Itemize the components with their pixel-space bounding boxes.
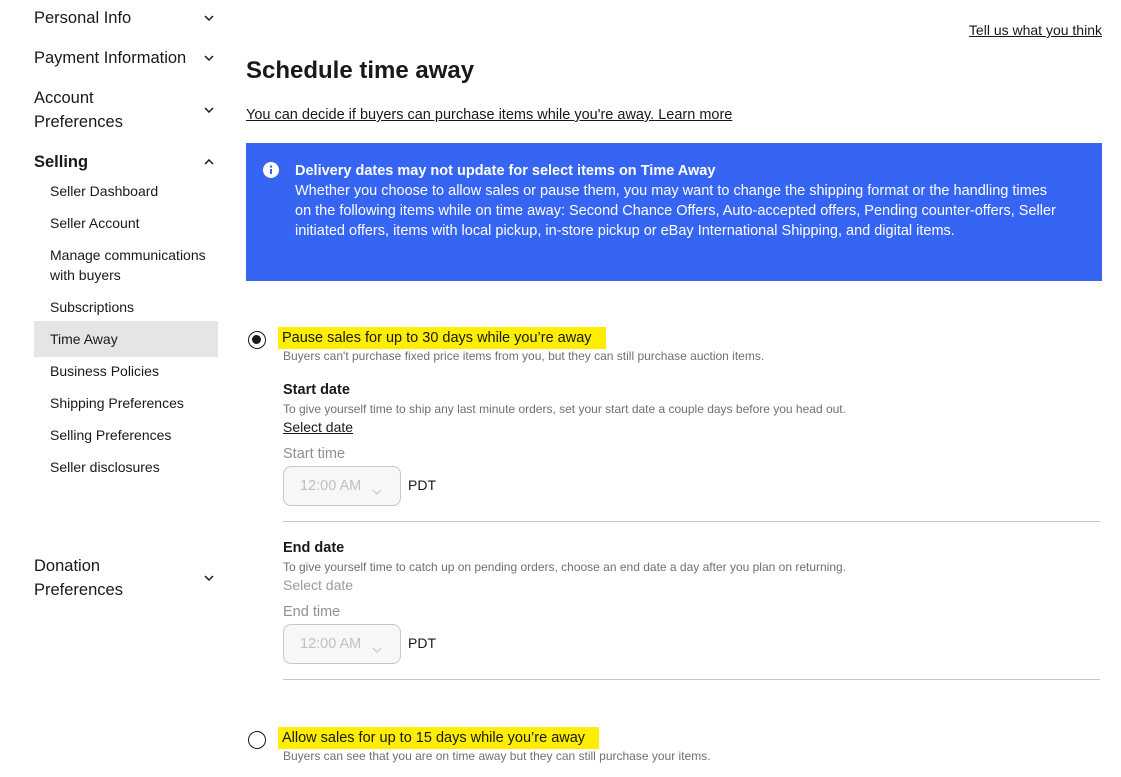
start-timezone: PDT	[408, 477, 436, 493]
banner-title: Delivery dates may not update for select…	[295, 163, 716, 179]
chevron-down-icon	[204, 105, 214, 115]
chevron-down-icon	[372, 641, 382, 653]
divider	[283, 521, 1100, 522]
start-date-label: Start date	[283, 382, 350, 398]
end-date-label: End date	[283, 540, 345, 556]
feedback-link[interactable]: Tell us what you think	[969, 22, 1102, 38]
sidebar-item-account-preferences[interactable]: Account Preferences	[34, 86, 218, 134]
divider	[283, 679, 1100, 680]
page-title: Schedule time away	[246, 57, 475, 84]
sidebar-item-subscriptions[interactable]: Subscriptions	[34, 289, 218, 325]
sidebar-item-donation-preferences[interactable]: Donation Preferences	[34, 554, 218, 602]
allow-sales-description: Buyers can see that you are on time away…	[283, 749, 711, 763]
sidebar-item-label: Selling	[34, 153, 89, 171]
allow-sales-title: Allow sales for up to 15 days while you’…	[278, 727, 600, 749]
pause-sales-title: Pause sales for up to 30 days while you’…	[278, 327, 606, 349]
sidebar-item-label: Payment Information	[34, 49, 187, 67]
sidebar-item-manage-communications[interactable]: Manage communications with buyers	[34, 237, 218, 293]
sidebar-item-label: Donation Preferences	[34, 557, 123, 599]
chevron-down-icon	[372, 483, 382, 495]
sidebar-item-payment-information[interactable]: Payment Information	[34, 46, 218, 70]
info-icon	[263, 162, 279, 178]
end-date-help: To give yourself time to catch up on pen…	[283, 560, 847, 574]
chevron-down-icon	[204, 53, 214, 63]
sidebar-item-shipping-preferences[interactable]: Shipping Preferences	[34, 385, 218, 421]
chevron-down-icon	[204, 573, 214, 583]
info-banner: Delivery dates may not update for select…	[246, 143, 1102, 281]
banner-text: Whether you choose to allow sales or pau…	[295, 183, 1056, 239]
sidebar-item-label: Personal Info	[34, 9, 132, 27]
sidebar-item-seller-disclosures[interactable]: Seller disclosures	[34, 449, 218, 485]
start-time-label: Start time	[283, 446, 346, 462]
end-select-date-link[interactable]: Select date	[283, 577, 353, 593]
start-date-help: To give yourself time to ship any last m…	[283, 402, 846, 416]
start-time-select[interactable]: 12:00 AM	[283, 466, 401, 506]
sidebar-item-personal-info[interactable]: Personal Info	[34, 6, 218, 30]
pause-sales-radio[interactable]	[248, 331, 266, 349]
learn-more-link[interactable]: You can decide if buyers can purchase it…	[246, 107, 732, 123]
start-select-date-link[interactable]: Select date	[283, 419, 353, 435]
end-time-select[interactable]: 12:00 AM	[283, 624, 401, 664]
sidebar-item-label: Account Preferences	[34, 89, 123, 131]
allow-sales-radio[interactable]	[248, 731, 266, 749]
pause-sales-description: Buyers can't purchase fixed price items …	[283, 349, 765, 363]
sidebar-item-selling[interactable]: Selling	[34, 150, 218, 174]
sidebar-item-time-away[interactable]: Time Away	[34, 321, 218, 357]
sidebar-item-seller-dashboard[interactable]: Seller Dashboard	[34, 173, 218, 209]
sidebar-item-seller-account[interactable]: Seller Account	[34, 205, 218, 241]
sidebar-item-selling-preferences[interactable]: Selling Preferences	[34, 417, 218, 453]
chevron-down-icon	[204, 13, 214, 23]
end-timezone: PDT	[408, 635, 436, 651]
selling-subnav: Seller Dashboard Seller Account Manage c…	[34, 173, 218, 485]
end-time-value: 12:00 AM	[300, 636, 362, 652]
chevron-up-icon	[204, 157, 214, 167]
sidebar-item-business-policies[interactable]: Business Policies	[34, 353, 218, 389]
start-time-value: 12:00 AM	[300, 478, 362, 494]
end-time-label: End time	[283, 604, 341, 620]
